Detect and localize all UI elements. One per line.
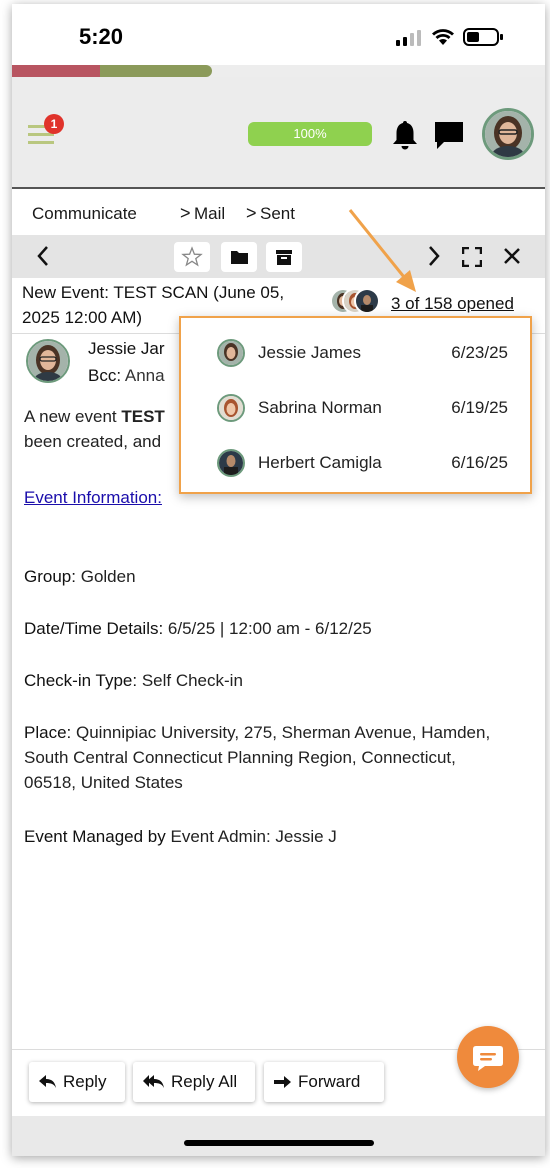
chevron-right-icon: > [180, 203, 191, 223]
field-label: Place: [24, 723, 72, 742]
bcc-label: Bcc: [88, 366, 122, 385]
close-icon[interactable] [503, 247, 521, 265]
menu-button[interactable]: 1 [28, 114, 64, 151]
field-value: 6/5/25 | 12:00 am - 6/12/25 [167, 619, 372, 638]
recipient-avatar [217, 394, 245, 422]
opened-date: 6/23/25 [451, 343, 508, 362]
mail-toolbar [12, 235, 545, 278]
profile-avatar[interactable] [482, 108, 534, 160]
sender-name: Jessie Jar [88, 339, 165, 358]
folder-icon [231, 251, 248, 264]
field-value: Quinnipiac University, 275, Sherman Aven… [24, 723, 491, 792]
forward-button[interactable]: Forward [264, 1062, 384, 1102]
strip-segment-red [12, 65, 100, 77]
bell-icon[interactable] [390, 119, 420, 151]
next-icon[interactable] [425, 244, 443, 268]
chat-bubble-icon [473, 1046, 503, 1071]
field-value: Golden [80, 567, 136, 586]
bcc-value: Anna [124, 366, 165, 385]
sender-avatar [26, 339, 70, 383]
star-button[interactable] [174, 242, 210, 272]
strip-segment-green [100, 65, 212, 77]
app-header: 1 100% [12, 77, 545, 189]
breadcrumb-sent[interactable]: Sent [260, 204, 295, 224]
field-date-time: Date/Time Details: 6/5/25 | 12:00 am - 6… [24, 616, 504, 641]
status-bar: 5:20 [12, 4, 545, 64]
reply-icon [39, 1075, 56, 1088]
back-icon[interactable] [34, 244, 52, 268]
opened-recipient-row: Herbert Camigla 6/16/25 [181, 443, 530, 483]
field-label: Date/Time Details: [24, 619, 164, 638]
event-information-link[interactable]: Event Information: [24, 485, 162, 510]
reply-label: Reply [63, 1072, 107, 1091]
move-to-folder-button[interactable] [221, 242, 257, 272]
intro-text: A new event [24, 407, 122, 426]
chat-icon[interactable] [432, 119, 466, 151]
subject-line-1: New Event: TEST SCAN (June 05, [22, 283, 285, 302]
field-value: Event Admin: Jessie J [170, 827, 337, 846]
forward-label: Forward [298, 1072, 361, 1091]
archive-icon [276, 250, 292, 265]
battery-icon [463, 28, 503, 46]
home-indicator[interactable] [184, 1140, 374, 1146]
recipient-name: Jessie James [258, 343, 361, 362]
field-label: Event Managed by [24, 827, 166, 846]
reply-all-icon [143, 1075, 164, 1088]
notification-badge: 1 [44, 114, 64, 134]
callout-arrow-icon [348, 209, 416, 292]
recipient-name: Sabrina Norman [258, 398, 382, 417]
expand-icon[interactable] [462, 247, 482, 267]
field-value: Self Check-in [141, 671, 243, 690]
bottom-bar [12, 1116, 545, 1156]
intro-event-name: TEST [121, 407, 165, 426]
opened-recipient-row: Sabrina Norman 6/19/25 [181, 388, 530, 428]
chat-support-button[interactable] [457, 1026, 519, 1088]
field-check-in-type: Check-in Type: Self Check-in [24, 668, 504, 693]
recipient-avatar [217, 449, 245, 477]
phone-screen: 5:20 1 100% Communicate > Mail > Sent Ne… [12, 4, 545, 1156]
menu-icon-line [28, 141, 54, 144]
opened-date: 6/19/25 [451, 398, 508, 417]
breadcrumb-communicate[interactable]: Communicate [32, 204, 137, 224]
wifi-icon [432, 29, 454, 45]
signal-icon [396, 30, 421, 46]
field-label: Group: [24, 567, 76, 586]
opened-recipient-row: Jessie James 6/23/25 [181, 333, 530, 373]
progress-strip [12, 65, 545, 77]
completion-progress: 100% [248, 122, 372, 146]
opened-recipients-popup: Jessie James 6/23/25 Sabrina Norman 6/19… [179, 316, 532, 494]
opened-date: 6/16/25 [451, 453, 508, 472]
field-group: Group: Golden [24, 564, 504, 589]
breadcrumb-mail[interactable]: Mail [194, 204, 225, 224]
star-icon [181, 246, 203, 267]
forward-icon [274, 1076, 291, 1088]
chevron-right-icon: > [246, 203, 257, 223]
intro-line-2: been created, and [24, 432, 162, 451]
breadcrumb: Communicate > Mail > Sent [12, 191, 545, 235]
field-place: Place: Quinnipiac University, 275, Sherm… [24, 720, 504, 795]
bcc-line: Bcc: Anna [88, 366, 165, 386]
archive-button[interactable] [266, 242, 302, 272]
recipient-avatar [217, 339, 245, 367]
reply-all-button[interactable]: Reply All [133, 1062, 255, 1102]
status-time: 5:20 [79, 24, 124, 49]
reply-all-label: Reply All [171, 1072, 238, 1091]
recipient-name: Herbert Camigla [258, 453, 382, 472]
reply-button[interactable]: Reply [29, 1062, 125, 1102]
field-managed-by: Event Managed by Event Admin: Jessie J [24, 824, 504, 849]
field-label: Check-in Type: [24, 671, 138, 690]
